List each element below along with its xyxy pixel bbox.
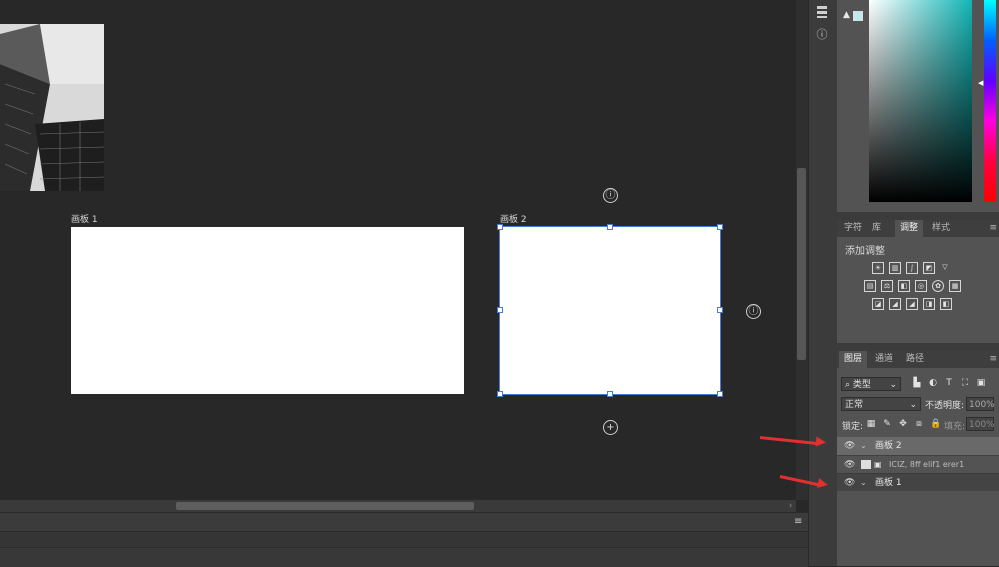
tab-library[interactable]: 库 <box>867 220 886 237</box>
scroll-right-arrow-icon[interactable]: › <box>785 500 796 512</box>
vibrance-icon[interactable]: ▽ <box>940 262 950 272</box>
black-white-icon[interactable]: ◧ <box>898 280 910 292</box>
artboard-1[interactable] <box>71 227 464 394</box>
lock-label: 锁定: <box>842 422 864 432</box>
timeline-panel: ≡ <box>0 512 808 567</box>
filter-shape-icon[interactable]: ⛶ <box>960 378 970 388</box>
annotation-arrowhead <box>815 436 827 448</box>
adjustments-tabbar: 字符 库 调整 样式 ≡ <box>837 220 999 237</box>
resize-handle[interactable] <box>497 224 503 230</box>
photo-filter-icon[interactable]: ◎ <box>915 280 927 292</box>
panel-menu-icon[interactable]: ≡ <box>989 351 997 368</box>
filter-type-icon[interactable]: T <box>944 378 954 388</box>
add-artboard-right-icon[interactable]: ⓘ <box>746 304 761 319</box>
posterize-icon[interactable]: ◢ <box>889 298 901 310</box>
tab-character[interactable]: 字符 <box>839 220 867 237</box>
chevron-down-icon[interactable]: ⌄ <box>860 474 867 492</box>
color-balance-icon[interactable]: ⚖ <box>881 280 893 292</box>
opacity-input[interactable]: 100% <box>966 397 995 411</box>
panel-divider <box>837 343 999 351</box>
brightness-contrast-icon[interactable]: ☀ <box>872 262 884 274</box>
layers-tabbar: 图层 通道 路径 ≡ <box>837 351 999 368</box>
adjustments-title: 添加调整 <box>845 246 885 257</box>
annotation-arrowhead <box>817 478 829 490</box>
levels-icon[interactable]: ▥ <box>889 262 901 274</box>
chevron-down-icon[interactable]: ⌄ <box>860 437 867 455</box>
resize-handle[interactable] <box>717 307 723 313</box>
lock-all-icon[interactable]: 🔒 <box>930 419 941 429</box>
artboard-2-label[interactable]: 画板 2 <box>500 212 527 225</box>
resize-handle[interactable] <box>717 391 723 397</box>
smart-object-icon: ▣ <box>874 460 882 469</box>
artboard-2[interactable] <box>497 224 723 397</box>
color-swatch[interactable] <box>853 11 863 21</box>
filter-pixel-icon[interactable]: ▙ <box>912 378 922 388</box>
color-picker-field[interactable] <box>869 0 972 202</box>
panel-menu-icon[interactable]: ≡ <box>989 220 997 237</box>
exposure-icon[interactable]: ◩ <box>923 262 935 274</box>
visibility-eye-icon[interactable]: 👁 <box>844 437 855 455</box>
filter-smart-object-icon[interactable]: ▣ <box>976 378 986 388</box>
history-icon[interactable] <box>814 5 830 19</box>
resize-handle[interactable] <box>497 307 503 313</box>
resize-handle[interactable] <box>607 391 613 397</box>
out-of-gamut-warning-icon[interactable]: ▲ <box>843 10 850 20</box>
artboard-1-label[interactable]: 画板 1 <box>71 212 98 225</box>
hue-slider-handle-icon[interactable]: ◀ <box>978 79 983 87</box>
filter-adjustment-icon[interactable]: ◐ <box>928 378 938 388</box>
layer-row-artboard-2[interactable]: 👁 ⌄ 画板 2 <box>837 437 999 455</box>
add-artboard-bottom-icon[interactable]: + <box>603 420 618 435</box>
gradient-map-icon[interactable]: ◨ <box>923 298 935 310</box>
resize-handle[interactable] <box>607 224 613 230</box>
layer-row-artboard-1[interactable]: 👁 ⌄ 画板 1 <box>837 473 999 492</box>
timeline-header <box>0 513 808 532</box>
add-artboard-top-icon[interactable]: ⓘ <box>603 188 618 203</box>
tab-paths[interactable]: 路径 <box>901 351 929 368</box>
selective-color-icon[interactable]: ◧ <box>940 298 952 310</box>
photo-layer-image[interactable] <box>0 24 104 191</box>
resize-handle[interactable] <box>497 391 503 397</box>
lock-transparent-icon[interactable]: ▦ <box>866 419 876 429</box>
tab-channels[interactable]: 通道 <box>870 351 898 368</box>
horizontal-scroll-thumb[interactable] <box>176 502 474 510</box>
hue-saturation-icon[interactable]: ▤ <box>864 280 876 292</box>
search-icon: ⌕ <box>845 380 851 390</box>
visibility-eye-icon[interactable]: 👁 <box>844 474 855 492</box>
layer-filter-value: 类型 <box>852 380 871 390</box>
panel-divider <box>837 212 999 220</box>
blend-mode-value: 正常 <box>845 400 864 410</box>
layer-name: 画板 2 <box>875 441 902 451</box>
lock-position-icon[interactable]: ✥ <box>898 419 908 429</box>
chevron-down-icon: ⌄ <box>889 380 897 390</box>
info-icon[interactable]: ⓘ <box>814 26 830 41</box>
visibility-eye-icon[interactable]: 👁 <box>844 456 855 474</box>
tab-layers[interactable]: 图层 <box>839 351 868 368</box>
tab-adjustments[interactable]: 调整 <box>895 220 924 237</box>
tab-styles[interactable]: 样式 <box>927 220 955 237</box>
opacity-label: 不透明度: <box>925 401 965 411</box>
channel-mixer-icon[interactable]: ✿ <box>932 280 944 292</box>
fill-label: 填充: <box>944 422 966 432</box>
lock-artboard-icon[interactable]: ⧈ <box>914 419 924 429</box>
resize-handle[interactable] <box>717 224 723 230</box>
curves-icon[interactable]: ∫ <box>906 262 918 274</box>
vertical-scroll-thumb[interactable] <box>797 168 806 360</box>
chevron-down-icon: ⌄ <box>909 400 917 410</box>
lock-image-icon[interactable]: ✎ <box>882 419 892 429</box>
layer-name: 画板 1 <box>875 478 902 488</box>
hue-slider[interactable] <box>984 0 996 202</box>
threshold-icon[interactable]: ◢ <box>906 298 918 310</box>
panel-menu-icon[interactable]: ≡ <box>794 516 802 527</box>
layer-row-smart-object[interactable]: 👁 ▣ ICIZ, 8ff elif1 erer1 <box>837 455 999 474</box>
layer-name: ICIZ, 8ff elif1 erer1 <box>889 460 965 469</box>
fill-input[interactable]: 100% <box>966 417 995 431</box>
layer-filter-select[interactable]: ⌕ 类型 ⌄ <box>841 377 901 391</box>
layers-empty-area <box>837 491 999 566</box>
layer-thumbnail-icon <box>861 460 871 469</box>
timeline-track <box>0 533 808 548</box>
color-lookup-icon[interactable]: ▦ <box>949 280 961 292</box>
invert-icon[interactable]: ◪ <box>872 298 884 310</box>
blend-mode-select[interactable]: 正常 ⌄ <box>841 397 921 411</box>
